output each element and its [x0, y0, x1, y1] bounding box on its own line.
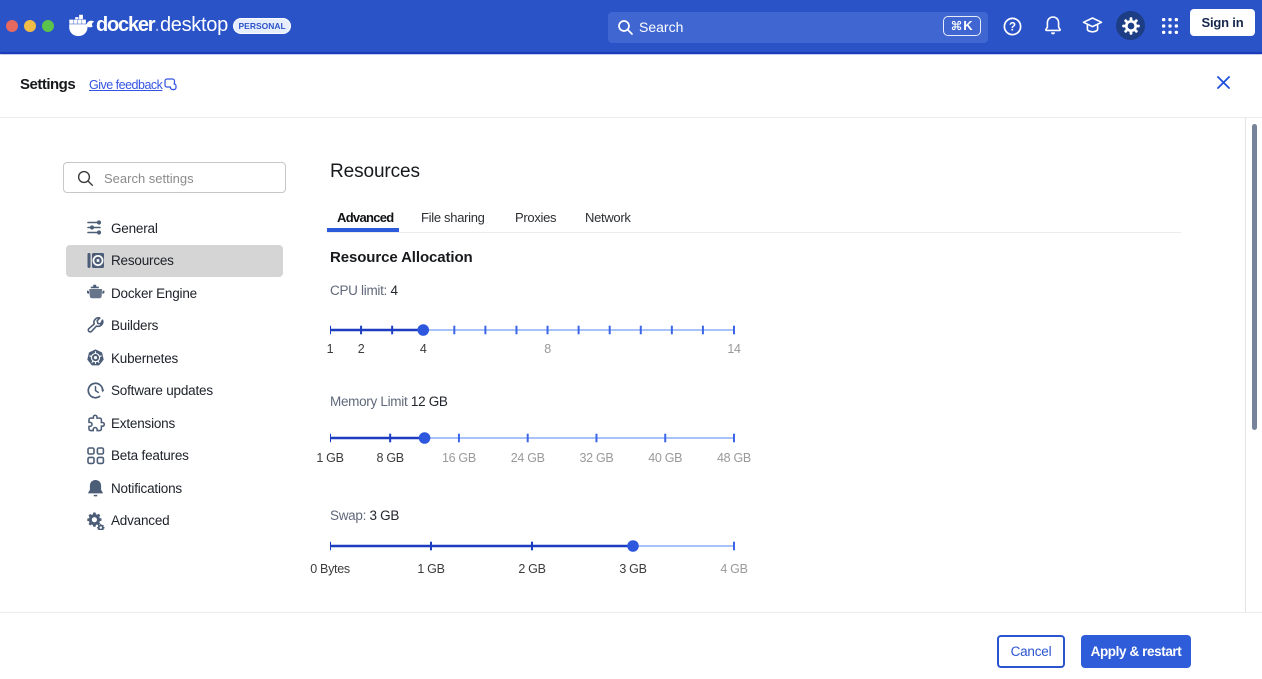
svg-text:?: ?	[1009, 21, 1016, 33]
